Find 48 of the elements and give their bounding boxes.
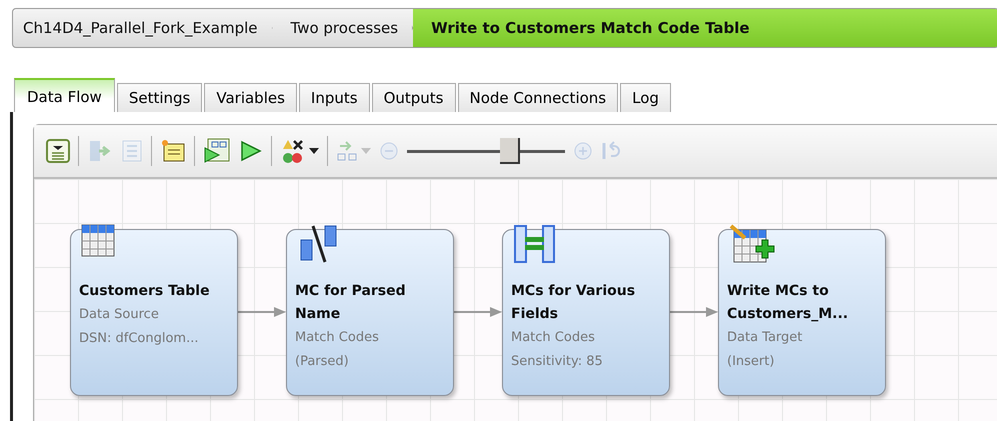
- undo-icon: [601, 140, 621, 162]
- runstep-button[interactable]: [203, 138, 231, 164]
- node-title: Customers Table: [79, 282, 211, 300]
- tab[interactable]: Log: [620, 83, 671, 112]
- layout-icon: [336, 140, 358, 162]
- node-type: Match Codes: [295, 328, 380, 346]
- tab[interactable]: Node Connections: [458, 83, 618, 112]
- tab[interactable]: Inputs: [298, 83, 370, 112]
- zoom-in-icon: [573, 141, 593, 161]
- table-add-icon: [729, 224, 775, 264]
- run-button[interactable]: [239, 139, 263, 163]
- run-step-icon: [203, 138, 231, 164]
- breadcrumb-item[interactable]: Write to Customers Match Code Table: [413, 9, 997, 47]
- node-title: MCs for Various Fields: [511, 282, 636, 324]
- run-icon: [239, 139, 263, 163]
- process-node[interactable]: MC for Parsed Name Match Codes (Parsed): [286, 228, 454, 396]
- node-type: Match Codes: [511, 328, 596, 346]
- connector-arrow: [670, 306, 718, 318]
- dropdown-caret-icon: [361, 148, 371, 154]
- match-columns-icon: [513, 224, 557, 264]
- validate-icon: [280, 138, 306, 164]
- connector-arrow: [238, 306, 286, 318]
- dropdown-caret-icon: [309, 148, 319, 154]
- tab[interactable]: Variables: [204, 83, 297, 112]
- details-button[interactable]: [46, 139, 70, 163]
- list-icon: [121, 139, 143, 163]
- zoom-slider[interactable]: [407, 136, 565, 166]
- note-icon: [160, 139, 186, 163]
- connector-arrow: [454, 306, 502, 318]
- note-button[interactable]: [160, 139, 186, 163]
- node-detail: (Insert): [727, 352, 776, 370]
- validate-button[interactable]: [280, 138, 319, 164]
- tab[interactable]: Data Flow: [14, 78, 115, 112]
- slider-thumb[interactable]: [500, 138, 520, 164]
- node-detail: DSN: dfConglom...: [79, 330, 200, 348]
- breadcrumb-item[interactable]: Ch14D4_Parallel_Fork_Example: [13, 9, 273, 47]
- zoom-out-icon: [379, 141, 399, 161]
- node-type: Data Target: [727, 328, 804, 346]
- export-icon: [87, 139, 113, 163]
- node-title: Write MCs to Customers_M...: [727, 282, 850, 324]
- tab[interactable]: Settings: [116, 83, 202, 112]
- node-detail: (Parsed): [295, 352, 350, 370]
- table-icon: [81, 224, 117, 258]
- details-icon: [46, 139, 70, 163]
- node-title: MC for Parsed Name: [295, 282, 407, 324]
- tab[interactable]: Outputs: [372, 83, 456, 112]
- node-type: Data Source: [79, 306, 160, 324]
- node-detail: Sensitivity: 85: [511, 352, 604, 370]
